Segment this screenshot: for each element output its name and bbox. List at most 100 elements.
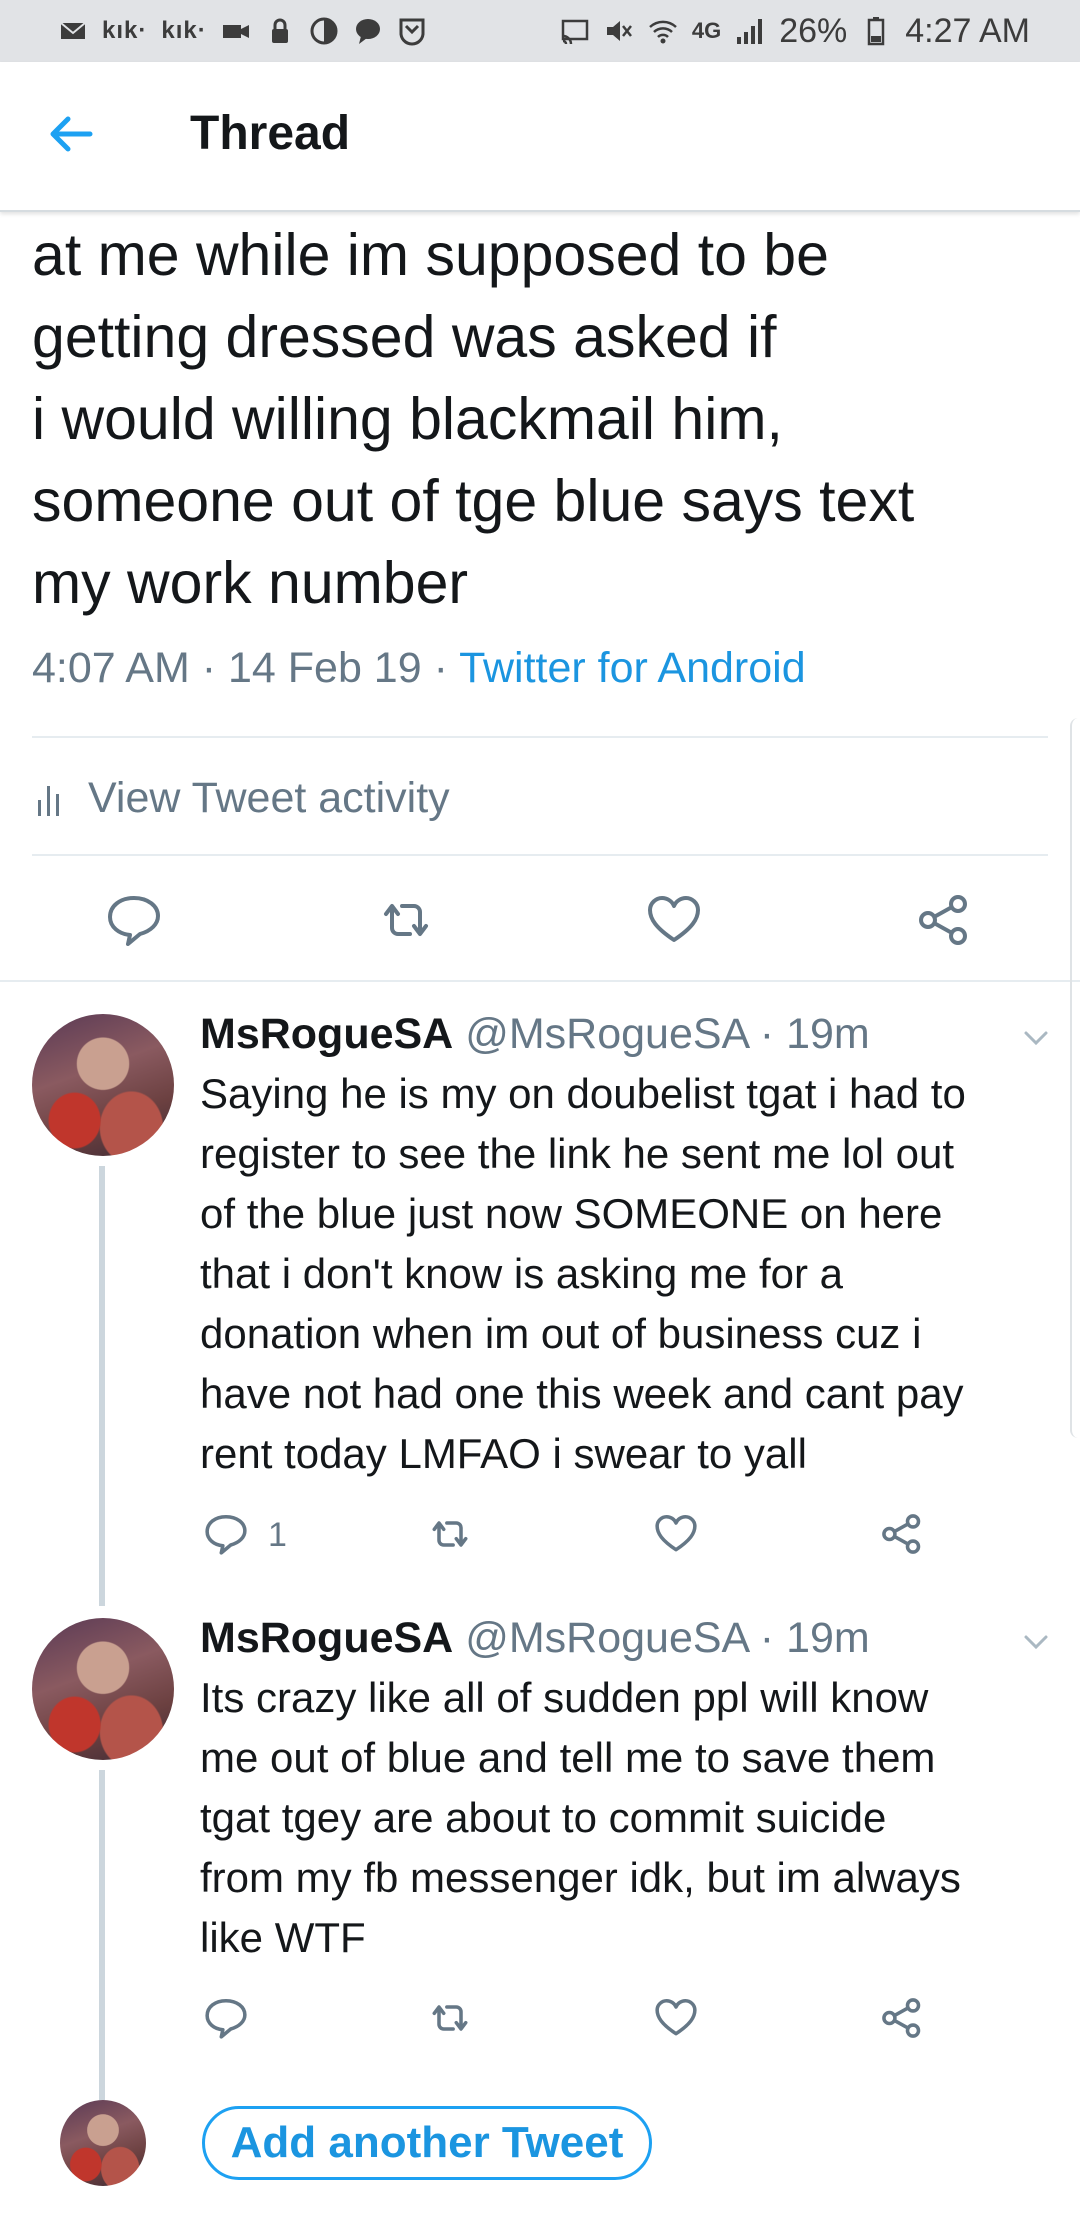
clock: 4:27 AM: [905, 11, 1030, 50]
arrow-left-icon: [50, 116, 93, 152]
reply-header: MsRogueSA @MsRogueSA · 19m: [200, 1010, 870, 1059]
main-tweet-line: i would willing blackmail him,: [32, 386, 783, 452]
reply-text-line: like WTF: [200, 1914, 366, 1961]
retweet-button[interactable]: [428, 1996, 472, 2040]
author-name[interactable]: MsRogueSA: [200, 1010, 453, 1058]
tweet-time: 4:07 AM: [32, 644, 190, 692]
divider: [32, 854, 1048, 856]
share-button[interactable]: [880, 1996, 924, 2040]
reply-text-line: Its crazy like all of sudden ppl will kn…: [200, 1674, 929, 1721]
mute-icon: [604, 16, 634, 46]
reply-text-line: rent today LMFAO i swear to yall: [200, 1430, 807, 1477]
retweet-button[interactable]: [378, 892, 434, 948]
reply-text-line: me out of blue and tell me to save them: [200, 1734, 936, 1781]
reply-button[interactable]: [204, 1996, 248, 2040]
reply-button[interactable]: [204, 1512, 248, 1556]
meta-separator: ·: [189, 644, 228, 692]
signal-icon: [735, 16, 765, 46]
analytics-icon: [38, 786, 59, 816]
reply-text-line: register to see the link he sent me lol …: [200, 1130, 955, 1177]
network-type-label: 4G: [691, 18, 722, 43]
contrast-icon: [309, 16, 339, 46]
like-button[interactable]: [646, 892, 702, 948]
meta-separator: ·: [421, 644, 460, 692]
reply-icon: [205, 1514, 247, 1555]
main-tweet-line: getting dressed was asked if: [32, 304, 777, 370]
avatar[interactable]: [32, 1014, 174, 1156]
reply-header: MsRogueSA @MsRogueSA · 19m: [200, 1614, 870, 1663]
divider: [0, 980, 1080, 982]
reply-time: · 19m: [747, 1010, 870, 1058]
author-handle: @MsRogueSA: [465, 1010, 748, 1058]
share-icon: [882, 1998, 921, 2038]
tweet-menu-button[interactable]: [1018, 1020, 1054, 1056]
chevron-down-icon: [1024, 1031, 1048, 1046]
avatar: [60, 2100, 146, 2186]
tweet-date: 14 Feb 19: [227, 644, 422, 692]
share-button[interactable]: [916, 892, 972, 948]
view-tweet-activity-label: View Tweet activity: [88, 773, 450, 822]
chat-bubble-icon: [353, 16, 383, 46]
tweet-source-link[interactable]: Twitter for Android: [459, 644, 806, 692]
status-bar-notifications: kık· kık·: [58, 10, 427, 52]
kik-notification-1: kık·: [102, 17, 148, 44]
mail-icon: [58, 16, 88, 46]
main-tweet-actions: [0, 880, 1080, 960]
battery-percent: 26%: [779, 11, 848, 50]
reply-text-line: donation when im out of business cuz i: [200, 1310, 922, 1357]
reply-text-line: from my fb messenger idk, but im always: [200, 1854, 961, 1901]
view-tweet-activity-link[interactable]: View Tweet activity: [36, 770, 450, 826]
kik-notification-2: kık·: [161, 17, 207, 44]
battery-icon: [861, 16, 891, 46]
main-tweet-text: at me while im supposed to be getting dr…: [32, 214, 1042, 624]
heart-icon: [655, 1998, 697, 2036]
reply-text-line: have not had one this week and cant pay: [200, 1370, 964, 1417]
reply-text-line: that i don't know is asking me for a: [200, 1250, 844, 1297]
reply-text: Saying he is my on doubelist tgat i had …: [200, 1064, 1060, 1484]
chevron-down-icon: [1024, 1635, 1048, 1650]
reply-text: Its crazy like all of sudden ppl will kn…: [200, 1668, 1060, 1968]
retweet-icon: [432, 1521, 468, 1547]
retweet-button[interactable]: [428, 1512, 472, 1556]
wifi-icon: [648, 16, 678, 46]
avatar[interactable]: [32, 1618, 174, 1760]
share-icon: [882, 1514, 921, 1554]
tweet-menu-button[interactable]: [1018, 1624, 1054, 1660]
heart-icon: [648, 896, 700, 942]
scrollbar[interactable]: [1070, 718, 1080, 1438]
reply-icon: [205, 1998, 247, 2039]
reply-button[interactable]: [106, 892, 162, 948]
reply-text-line: tgat tgey are about to commit suicide: [200, 1794, 887, 1841]
divider: [32, 736, 1048, 738]
tweet-meta: 4:07 AM · 14 Feb 19 · Twitter for Androi…: [32, 644, 806, 693]
author-name[interactable]: MsRogueSA: [200, 1614, 453, 1662]
shield-icon: [397, 16, 427, 46]
reply-time: · 19m: [747, 1614, 870, 1662]
video-icon: [221, 16, 251, 46]
app-header: Thread: [0, 62, 1080, 212]
retweet-icon: [432, 2005, 468, 2031]
cast-icon: [560, 16, 590, 46]
main-tweet-line: my work number: [32, 550, 469, 616]
reply-text-line: of the blue just now SOMEONE on here: [200, 1190, 943, 1237]
retweet-icon: [384, 904, 428, 936]
reply-count: 1: [268, 1516, 287, 1554]
reply-text-line: Saying he is my on doubelist tgat i had …: [200, 1070, 966, 1117]
like-button[interactable]: [654, 1512, 698, 1556]
main-tweet-line: someone out of tge blue says text: [32, 468, 915, 534]
reply-icon: [108, 896, 160, 946]
status-bar-system: 4G 26% 4:27 AM: [560, 10, 1030, 52]
add-another-tweet-button[interactable]: Add another Tweet: [202, 2106, 652, 2180]
main-tweet-line: at me while im supposed to be: [32, 222, 829, 288]
back-button[interactable]: [42, 104, 102, 164]
thread-connector: [99, 1166, 105, 1606]
like-button[interactable]: [654, 1996, 698, 2040]
share-button[interactable]: [880, 1512, 924, 1556]
page-title: Thread: [190, 107, 351, 160]
thread-connector: [99, 1770, 105, 2100]
lock-icon: [265, 16, 295, 46]
heart-icon: [655, 1514, 697, 1552]
share-icon: [919, 895, 967, 945]
author-handle: @MsRogueSA: [465, 1614, 748, 1662]
status-bar: kık· kık· 4G 26% 4:27 AM: [0, 0, 1080, 62]
